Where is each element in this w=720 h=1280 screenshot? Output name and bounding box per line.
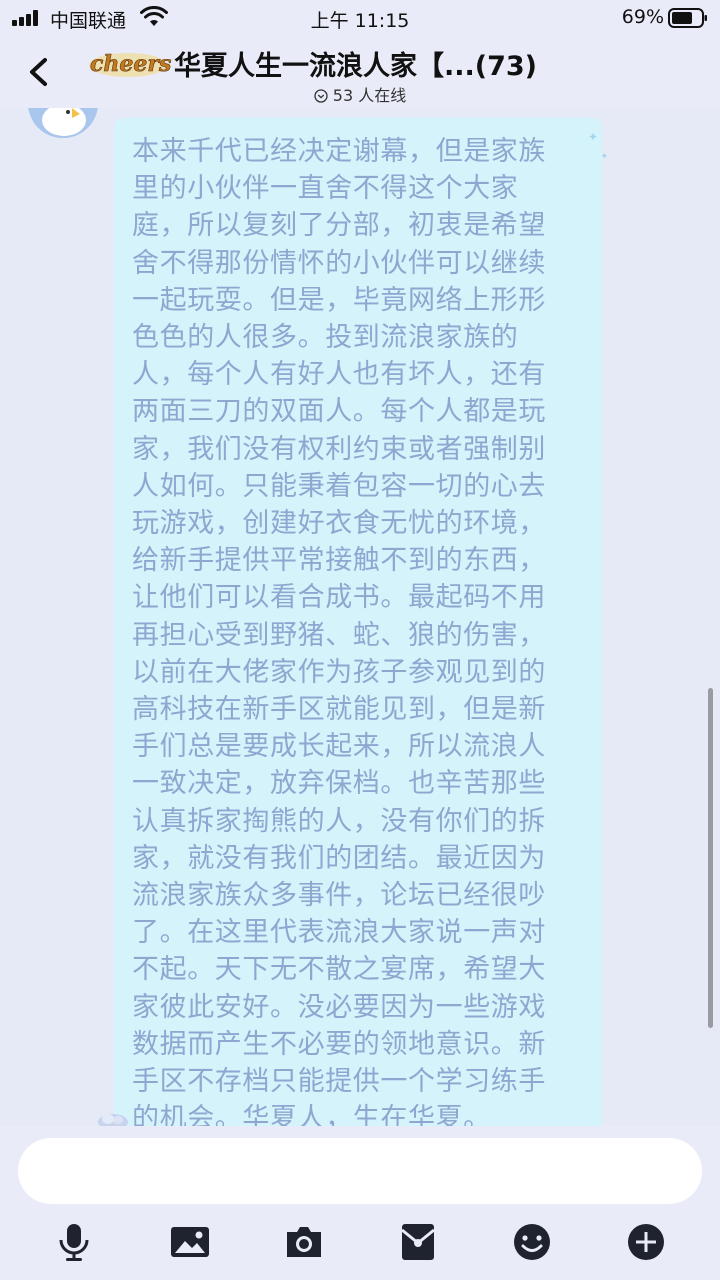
message-bubble[interactable]: ✦ ✦ 本来千代已经决定谢幕，但是家族 里的小伙伴一直舍不得这个大家 庭，所以复刻了… (114, 118, 608, 1126)
avatar[interactable] (28, 108, 98, 138)
microphone-icon[interactable] (54, 1222, 94, 1262)
message-line: 家彼此安好。没必要因为一些游戏 (132, 991, 546, 1023)
message-line: 舍不得那份情怀的小伙伴可以继续 (132, 247, 546, 279)
group-logo: cheers (88, 48, 172, 78)
message-line: 高科技在新手区就能见到，但是新 (132, 694, 546, 726)
message-line: 里的小伙伴一直舍不得这个大家 (132, 173, 519, 205)
message-line: 数据而产生不必要的领地意识。新 (132, 1028, 546, 1060)
group-title[interactable]: 华夏人生一流浪人家【...(73) (174, 44, 654, 83)
message-line: 流浪家族众多事件，论坛已经很吵 (132, 880, 546, 912)
message-line: 两面三刀的双面人。每个人都是玩 (132, 396, 546, 428)
message-line: 给新手提供平常接触不到的东西， (132, 545, 546, 577)
online-count-text: 53 人在线 (332, 86, 407, 105)
message-line: 家，我们没有权利约束或者强制别 (132, 433, 546, 465)
red-packet-icon[interactable] (398, 1222, 438, 1262)
message-line: 庭，所以复刻了分部，初衷是希望 (132, 210, 546, 242)
plus-icon[interactable] (626, 1222, 666, 1262)
message-line: 让他们可以看合成书。最起码不用 (132, 582, 546, 614)
battery-percentage: 69% (621, 6, 664, 28)
message-line: 本来千代已经决定谢幕，但是家族 (132, 136, 546, 167)
message-line: 再担心受到野猪、蛇、狼的伤害， (132, 619, 546, 651)
status-time: 上午 11:15 (310, 10, 410, 32)
message-line: 了。在这里代表流浪大家说一声对 (132, 917, 546, 949)
message-line: 一起玩耍。但是，毕竟网络上形形 (132, 284, 546, 316)
message-line: 的机会。华夏人，生在华夏。 (132, 1103, 491, 1126)
scrollbar[interactable] (708, 688, 713, 1028)
message-line: 一致决定，放弃保档。也辛苦那些 (132, 768, 546, 800)
message-line: 手区不存档只能提供一个学习练手 (132, 1066, 546, 1098)
message-input[interactable] (18, 1138, 702, 1204)
message-line: 人，每个人有好人也有坏人，还有 (132, 359, 546, 391)
message-line: 人如何。只能秉着包容一切的心去 (132, 470, 546, 502)
chat-header: cheers 华夏人生一流浪人家【...(73) 53 人在线 (0, 36, 720, 108)
message-line: 不起。天下无不散之宴席，希望大 (132, 954, 546, 986)
battery-icon (668, 8, 707, 28)
sparkle-icon: ✦ (600, 152, 608, 162)
camera-icon[interactable] (284, 1222, 324, 1262)
message-line: 认真拆家掏熊的人，没有你们的拆 (132, 805, 546, 837)
message-text: 本来千代已经决定谢幕，但是家族 里的小伙伴一直舍不得这个大家 庭，所以复刻了分部，初… (132, 133, 584, 1126)
message-line: 家，就没有我们的团结。最近因为 (132, 842, 546, 874)
bubble-decoration-icon (98, 1114, 128, 1126)
svg-text:cheers: cheers (90, 51, 171, 77)
input-bar (0, 1126, 720, 1280)
message-line: 以前在大佬家作为孩子参观见到的 (132, 656, 546, 688)
sparkle-icon: ✦ (587, 130, 598, 144)
chat-area[interactable]: ✦ ✦ 本来千代已经决定谢幕，但是家族 里的小伙伴一直舍不得这个大家 庭，所以复刻了… (0, 108, 720, 1126)
image-icon[interactable] (170, 1222, 210, 1262)
online-count[interactable]: 53 人在线 (0, 82, 720, 106)
message-line: 玩游戏，创建好衣食无忧的环境， (132, 508, 546, 540)
chevron-down-circle-icon (314, 89, 328, 103)
message-line: 色色的人很多。投到流浪家族的 (132, 322, 519, 354)
status-bar: 中国联通 上午 11:15 69% (0, 0, 720, 36)
message-line: 手们总是要成长起来，所以流浪人 (132, 731, 546, 763)
emoji-icon[interactable] (512, 1222, 552, 1262)
